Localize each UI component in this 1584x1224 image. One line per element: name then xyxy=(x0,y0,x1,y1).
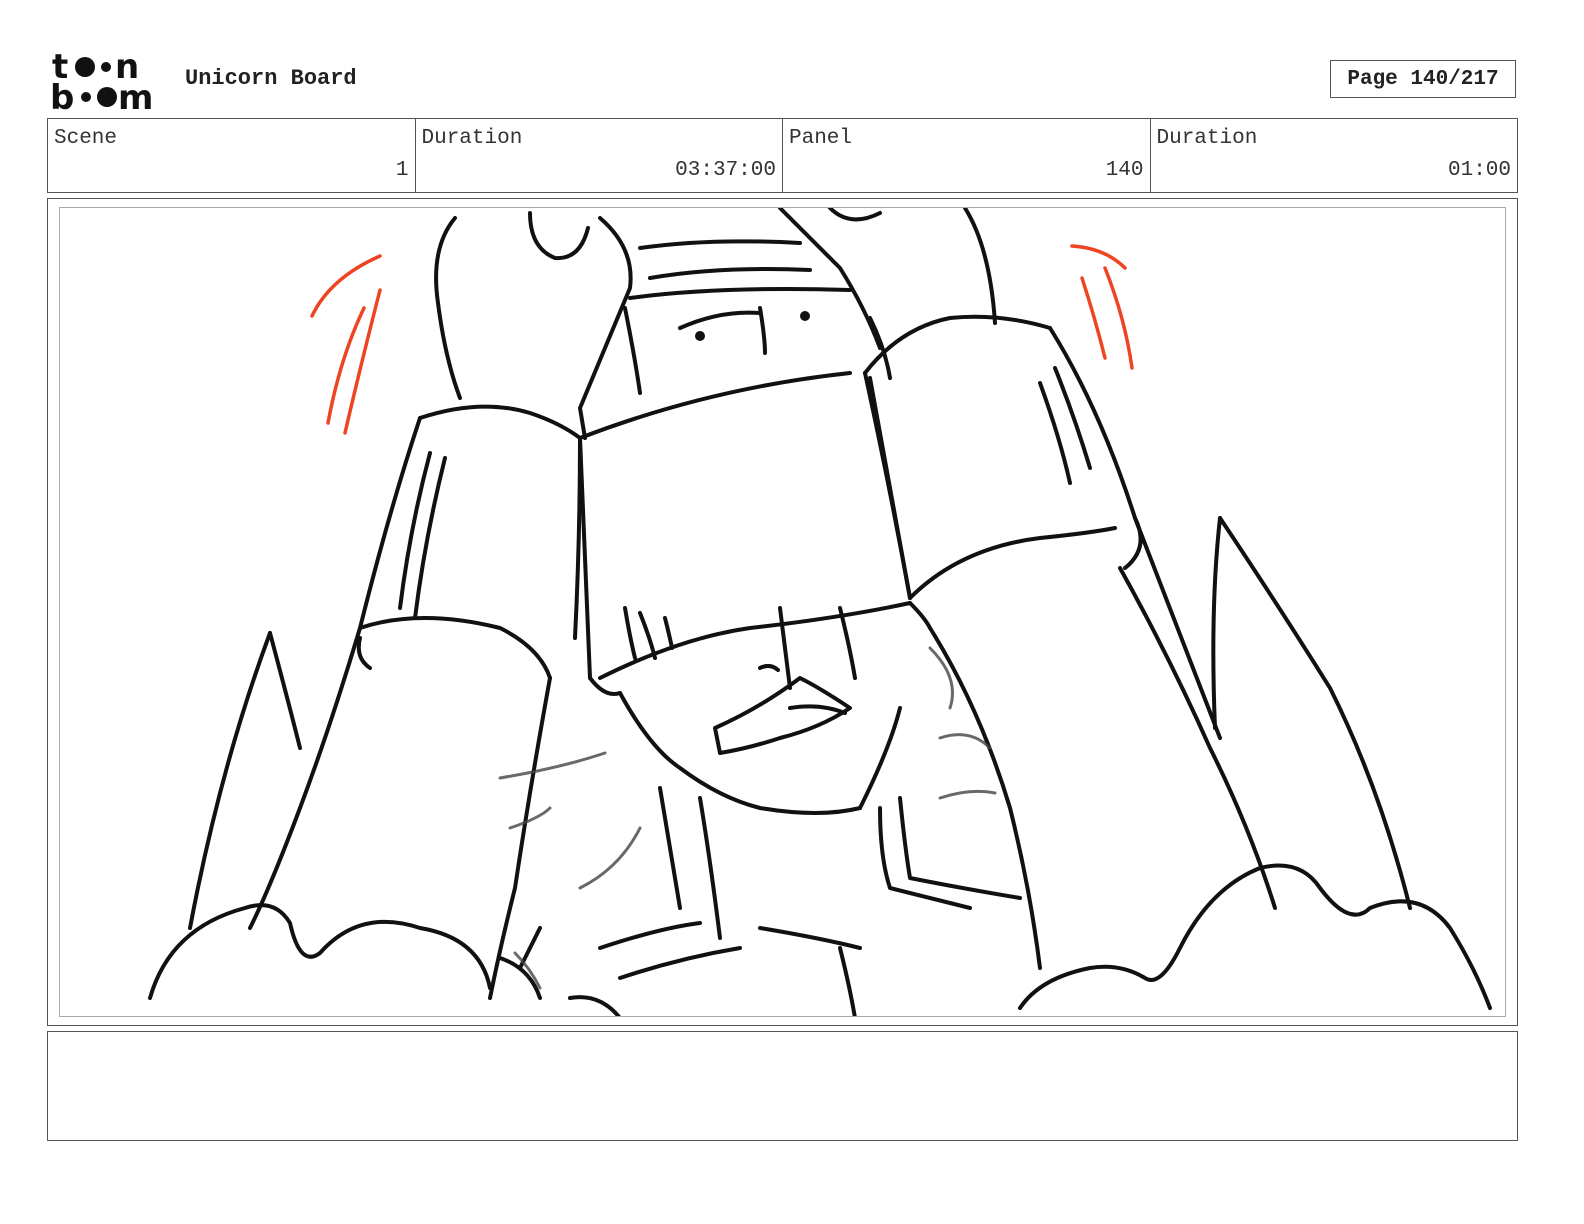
panel-info-row: Scene 1 Duration 03:37:00 Panel 140 Dura… xyxy=(47,118,1518,193)
panel-cell: Panel 140 xyxy=(783,119,1151,192)
storyboard-panel-frame xyxy=(47,198,1518,1026)
panel-notes-box[interactable] xyxy=(47,1031,1518,1141)
scene-duration-label: Duration xyxy=(421,127,523,150)
scene-duration-cell: Duration 03:37:00 xyxy=(416,119,783,192)
svg-text:m: m xyxy=(118,78,153,112)
app-title: Unicorn Board xyxy=(185,66,357,91)
page-label: Page 140/217 xyxy=(1347,67,1499,91)
panel-duration-label: Duration xyxy=(1156,127,1258,150)
toonboom-logo: t n b m xyxy=(50,47,165,118)
scene-duration-value: 03:37:00 xyxy=(675,159,776,182)
storyboard-panel-image xyxy=(59,207,1506,1017)
sketch-drawing xyxy=(148,208,1492,1016)
panel-value: 140 xyxy=(1105,159,1144,182)
panel-duration-cell: Duration 01:00 xyxy=(1151,119,1518,192)
svg-text:b: b xyxy=(50,78,74,112)
scene-value: 1 xyxy=(395,159,409,182)
page-indicator: Page 140/217 xyxy=(1330,60,1516,98)
shading-strokes xyxy=(498,646,997,990)
scene-label: Scene xyxy=(54,127,118,150)
panel-duration-value: 01:00 xyxy=(1447,159,1511,182)
logo-graphic: t n b m xyxy=(50,47,153,118)
scene-cell: Scene 1 xyxy=(48,119,416,192)
panel-label: Panel xyxy=(789,127,853,150)
